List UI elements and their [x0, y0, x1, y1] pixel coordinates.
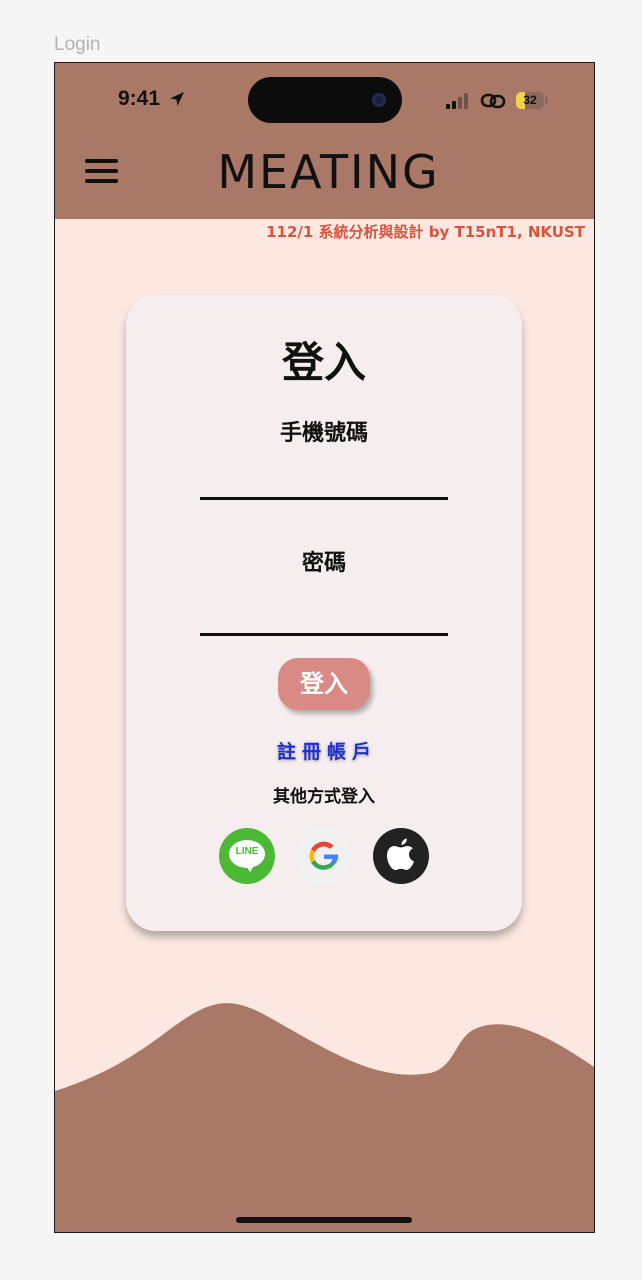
- line-label: LINE: [235, 846, 259, 857]
- password-label: 密碼: [301, 551, 346, 576]
- apple-icon: [387, 838, 414, 870]
- battery-level: 32: [523, 93, 537, 107]
- signal-icon: [446, 93, 468, 109]
- login-title: 登入: [281, 338, 366, 387]
- other-login-label: 其他方式登入: [273, 787, 375, 807]
- link-icon: [480, 93, 506, 109]
- location-arrow-icon: [170, 92, 184, 106]
- battery-tip: [545, 97, 548, 104]
- header: 9:41 32 MEATING: [55, 63, 594, 219]
- home-indicator[interactable]: [236, 1217, 412, 1223]
- app-title: MEATING: [217, 145, 440, 199]
- phone-label: 手機號碼: [279, 421, 368, 446]
- login-card: 登入 手機號碼 密碼 登入 註冊帳戶 其他方式登入 LINE: [126, 295, 522, 931]
- login-button[interactable]: 登入: [278, 658, 370, 710]
- battery-icon: 32: [516, 92, 544, 109]
- apple-login-button[interactable]: [373, 828, 429, 884]
- line-login-button[interactable]: LINE: [219, 828, 275, 884]
- phone-screen: 9:41 32 MEATING 112/1 系統分析與設計 by T15nT1,…: [54, 62, 595, 1233]
- google-icon: [309, 841, 339, 870]
- password-input[interactable]: [200, 596, 448, 636]
- google-login-button[interactable]: [296, 828, 352, 884]
- credit-text: 112/1 系統分析與設計 by T15nT1, NKUST: [266, 223, 585, 241]
- decorative-hills: [55, 1003, 594, 1232]
- line-bubble-tail: [245, 864, 255, 872]
- frame-label: Login: [54, 34, 101, 55]
- register-link[interactable]: 註冊帳戶: [126, 737, 522, 764]
- status-time: 9:41: [118, 87, 161, 110]
- phone-input[interactable]: [200, 460, 448, 500]
- dynamic-island: [248, 77, 402, 123]
- camera-icon: [372, 93, 386, 107]
